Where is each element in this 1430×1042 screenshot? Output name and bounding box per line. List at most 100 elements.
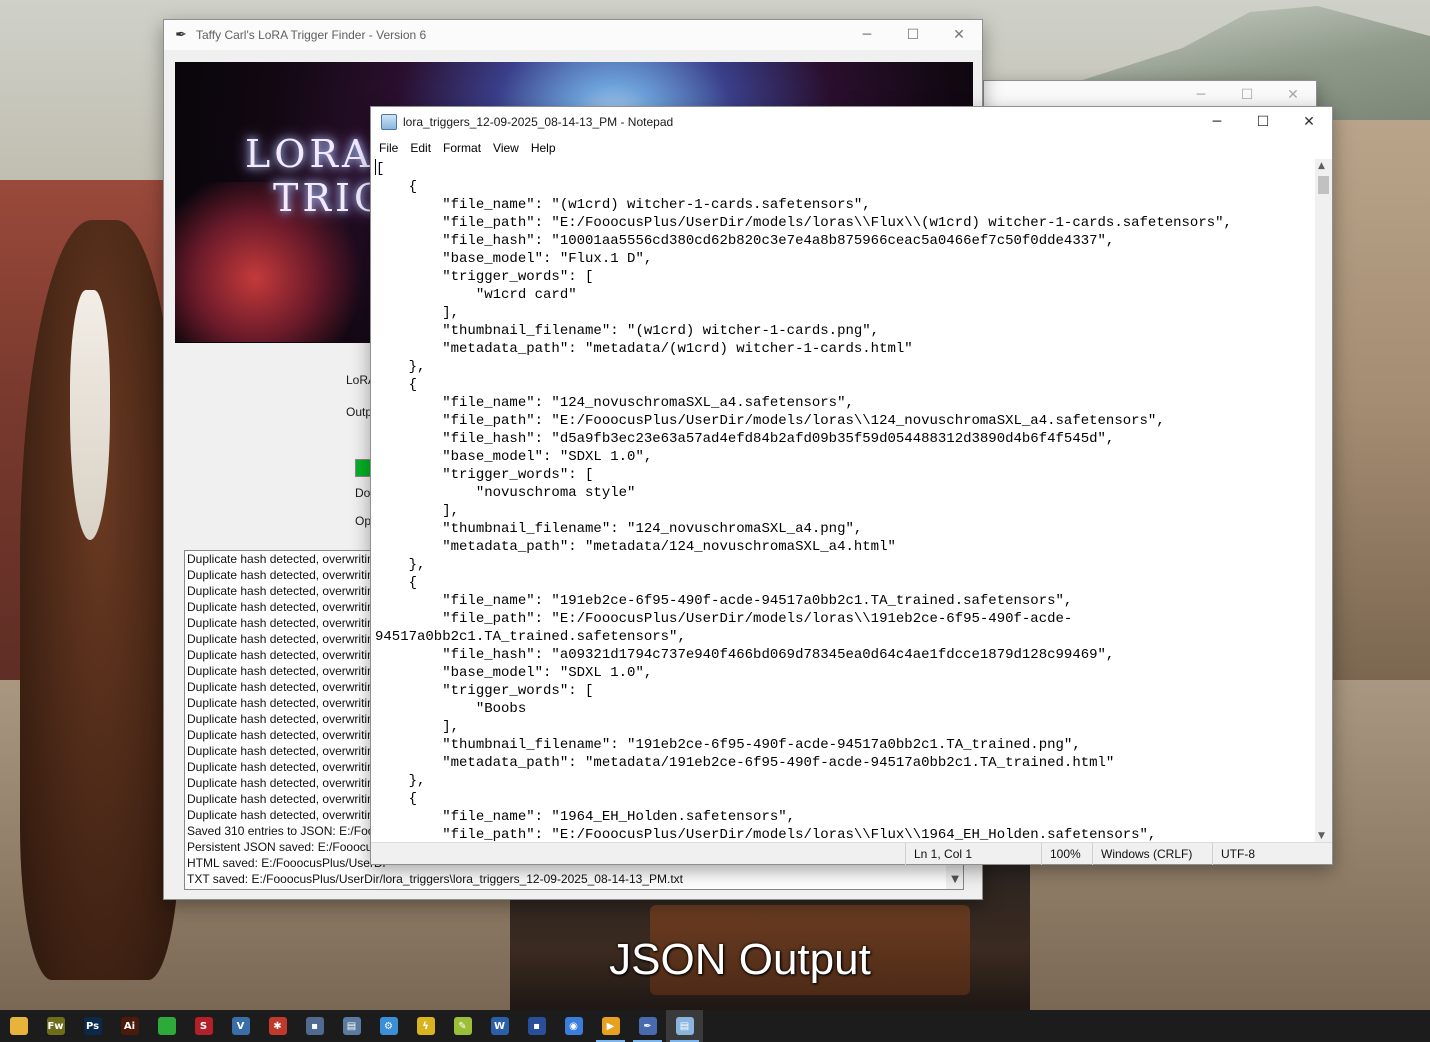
- notepad-icon[interactable]: ▤: [666, 1010, 703, 1042]
- cursor-position: Ln 1, Col 1: [905, 843, 1041, 865]
- json-line: [: [375, 159, 385, 177]
- media-player-icon-glyph: ▶: [601, 1017, 620, 1035]
- json-line: "file_path": "E:/FooocusPlus/UserDir/mod…: [375, 413, 1165, 429]
- json-line: "thumbnail_filename": "(w1crd) witcher-1…: [375, 323, 880, 339]
- json-line: },: [375, 359, 426, 375]
- feather-icon: ✒: [175, 27, 187, 43]
- media-player-icon[interactable]: ▶: [592, 1010, 629, 1042]
- text-caret: [375, 159, 376, 175]
- maximize-icon[interactable]: ☐: [1240, 107, 1286, 137]
- illustrator-icon[interactable]: Ai: [111, 1010, 148, 1042]
- json-line: "w1crd card": [375, 287, 577, 303]
- zoom-level: 100%: [1041, 843, 1091, 865]
- app-s-icon[interactable]: S: [185, 1010, 222, 1042]
- json-line: "base_model": "Flux.1 D",: [375, 251, 653, 267]
- minimize-icon[interactable]: ─: [1194, 107, 1240, 137]
- json-line: {: [375, 377, 418, 393]
- word-icon-glyph: W: [490, 1017, 509, 1035]
- json-line: "trigger_words": [: [375, 269, 594, 285]
- json-line: ],: [375, 503, 460, 519]
- menu-view[interactable]: View: [487, 141, 525, 155]
- feather-icon[interactable]: ✒: [629, 1010, 666, 1042]
- json-line: },: [375, 557, 426, 573]
- notepad-window[interactable]: lora_triggers_12-09-2025_08-14-13_PM - N…: [370, 106, 1333, 865]
- app-title: Taffy Carl's LoRA Trigger Finder - Versi…: [196, 28, 427, 42]
- scrollbar-thumb[interactable]: [1318, 176, 1329, 194]
- notepad-titlebar[interactable]: lora_triggers_12-09-2025_08-14-13_PM - N…: [371, 107, 1332, 137]
- maximize-icon[interactable]: ☐: [890, 20, 936, 50]
- json-line: "file_hash": "10001aa5556cd380cd62b820c3…: [375, 233, 1115, 249]
- file-explorer-icon-glyph: [9, 1017, 28, 1035]
- notepad-menubar: File Edit Format View Help: [371, 137, 1332, 159]
- visual-studio-icon[interactable]: V: [222, 1010, 259, 1042]
- visual-studio-icon-glyph: V: [231, 1017, 250, 1035]
- menu-help[interactable]: Help: [525, 141, 562, 155]
- json-line: {: [375, 791, 418, 807]
- save-icon[interactable]: ▪: [296, 1010, 333, 1042]
- menu-file[interactable]: File: [373, 141, 404, 155]
- json-line: "metadata_path": "metadata/124_novuschro…: [375, 539, 896, 555]
- json-line: "thumbnail_filename": "191eb2ce-6f95-490…: [375, 737, 1081, 753]
- notes-icon[interactable]: ✎: [444, 1010, 481, 1042]
- line-ending: Windows (CRLF): [1092, 843, 1212, 865]
- app-titlebar[interactable]: ✒ Taffy Carl's LoRA Trigger Finder - Ver…: [164, 20, 982, 50]
- word-icon[interactable]: W: [481, 1010, 518, 1042]
- notepad-title: lora_triggers_12-09-2025_08-14-13_PM - N…: [403, 115, 674, 129]
- json-line: "file_name": "124_novuschromaSXL_a4.safe…: [375, 395, 854, 411]
- app-green-icon[interactable]: [148, 1010, 185, 1042]
- notepad-text-area[interactable]: [ { "file_name": "(w1crd) witcher-1-card…: [371, 159, 1317, 843]
- floppy-icon-glyph: ▪: [527, 1017, 546, 1035]
- json-line: "trigger_words": [: [375, 467, 594, 483]
- floppy-icon[interactable]: ▪: [518, 1010, 555, 1042]
- json-line: },: [375, 773, 426, 789]
- json-line: "file_name": "(w1crd) witcher-1-cards.sa…: [375, 197, 871, 213]
- json-line: "file_path": "E:/FooocusPlus/UserDir/mod…: [375, 215, 1232, 231]
- bug-icon-glyph: ✱: [268, 1017, 287, 1035]
- background-window-titlebar[interactable]: ─ ☐ ✕: [984, 81, 1316, 109]
- settings-icon-glyph: ⚙: [379, 1017, 398, 1035]
- json-line: "metadata_path": "metadata/191eb2ce-6f95…: [375, 755, 1115, 771]
- save-icon-glyph: ▪: [305, 1017, 324, 1035]
- chevron-down-icon[interactable]: ▼: [951, 874, 959, 885]
- json-line: ],: [375, 305, 460, 321]
- encoding: UTF-8: [1212, 843, 1322, 865]
- json-line: {: [375, 575, 418, 591]
- background-horse-blaze: [70, 290, 110, 540]
- bug-icon[interactable]: ✱: [259, 1010, 296, 1042]
- json-line: "thumbnail_filename": "124_novuschromaSX…: [375, 521, 863, 537]
- json-line: "Boobs: [375, 701, 527, 717]
- film-icon[interactable]: ▤: [333, 1010, 370, 1042]
- json-line: "file_name": "191eb2ce-6f95-490f-acde-94…: [375, 593, 1073, 609]
- photoshop-icon-glyph: Ps: [83, 1017, 102, 1035]
- app-green-icon-glyph: [157, 1017, 176, 1035]
- menu-format[interactable]: Format: [437, 141, 487, 155]
- chevron-down-icon[interactable]: ▼: [1318, 831, 1325, 841]
- minimize-icon[interactable]: ─: [844, 20, 890, 50]
- feather-icon-glyph: ✒: [638, 1017, 657, 1035]
- background-window[interactable]: ─ ☐ ✕: [983, 80, 1317, 109]
- chrome-icon[interactable]: ◉: [555, 1010, 592, 1042]
- settings-icon[interactable]: ⚙: [370, 1010, 407, 1042]
- menu-edit[interactable]: Edit: [404, 141, 437, 155]
- json-line: "novuschroma style": [375, 485, 636, 501]
- json-line: "file_hash": "d5a9fb3ec23e63a57ad4efd84b…: [375, 431, 1115, 447]
- json-line: "file_name": "1964_EH_Holden.safetensors…: [375, 809, 796, 825]
- close-icon[interactable]: ✕: [1286, 107, 1332, 137]
- fireworks-icon-glyph: Fw: [46, 1017, 65, 1035]
- lightning-icon[interactable]: ϟ: [407, 1010, 444, 1042]
- notepad-icon: [381, 114, 397, 130]
- close-icon[interactable]: ✕: [936, 20, 982, 50]
- json-line: {: [375, 179, 418, 195]
- notepad-vertical-scrollbar[interactable]: ▲ ▼: [1315, 159, 1332, 843]
- chevron-up-icon[interactable]: ▲: [1318, 161, 1325, 171]
- json-line: "base_model": "SDXL 1.0",: [375, 665, 653, 681]
- json-content[interactable]: [ { "file_name": "(w1crd) witcher-1-card…: [371, 159, 1317, 843]
- background-building-right: [1330, 120, 1430, 680]
- photoshop-icon[interactable]: Ps: [74, 1010, 111, 1042]
- file-explorer-icon[interactable]: [0, 1010, 37, 1042]
- op-label: Op: [355, 514, 372, 528]
- fireworks-icon[interactable]: Fw: [37, 1010, 74, 1042]
- notes-icon-glyph: ✎: [453, 1017, 472, 1035]
- chrome-icon-glyph: ◉: [564, 1017, 583, 1035]
- json-line: "trigger_words": [: [375, 683, 594, 699]
